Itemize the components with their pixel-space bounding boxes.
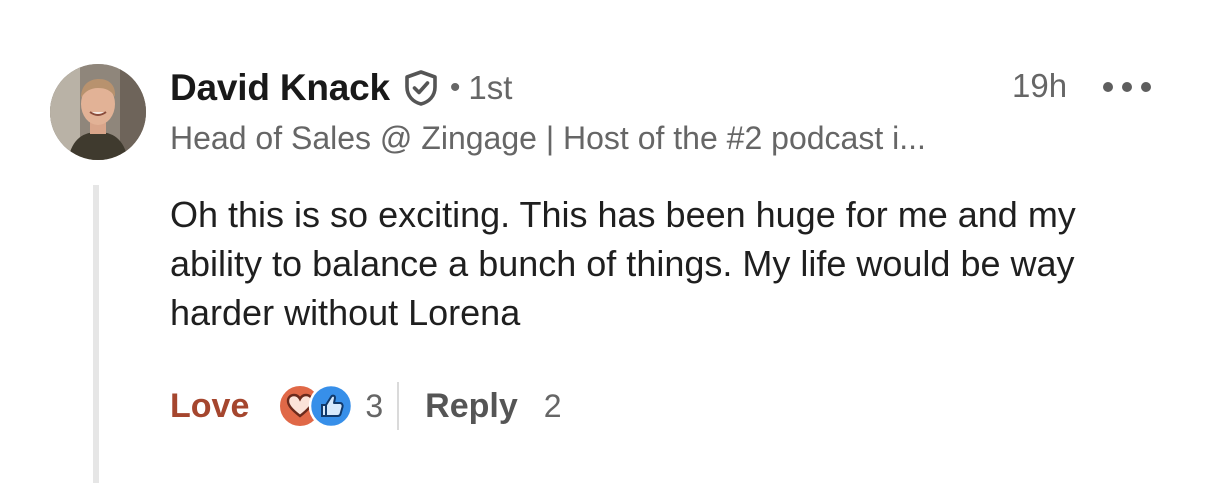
reactions-summary[interactable] [277, 383, 355, 429]
separator-dot: • [449, 71, 461, 104]
more-options-icon[interactable] [1103, 76, 1151, 98]
thread-line [93, 185, 99, 483]
avatar[interactable] [50, 64, 146, 160]
comment-actions: Love 3 Reply 2 [170, 380, 562, 432]
reaction-count[interactable]: 3 [365, 388, 383, 425]
timestamp: 19h [1012, 67, 1068, 104]
action-divider [397, 382, 400, 430]
connection-degree: 1st [468, 69, 513, 106]
more-dot [1103, 82, 1113, 92]
author-headline: Head of Sales @ Zingage | Host of the #2… [170, 120, 926, 156]
more-dot [1141, 82, 1151, 92]
comment: David Knack • 1st 19h Head of Sales @ Zi… [0, 0, 1206, 483]
reply-count[interactable]: 2 [544, 388, 562, 425]
thumbs-up-reaction-icon [309, 383, 354, 429]
reply-button[interactable]: Reply [425, 387, 518, 426]
reaction-button[interactable]: Love [170, 387, 249, 426]
verified-shield-icon [404, 70, 438, 106]
comment-header: David Knack • 1st [170, 64, 512, 112]
author-name[interactable]: David Knack [170, 67, 390, 109]
more-dot [1122, 82, 1132, 92]
comment-body: Oh this is so exciting. This has been hu… [170, 194, 1076, 333]
